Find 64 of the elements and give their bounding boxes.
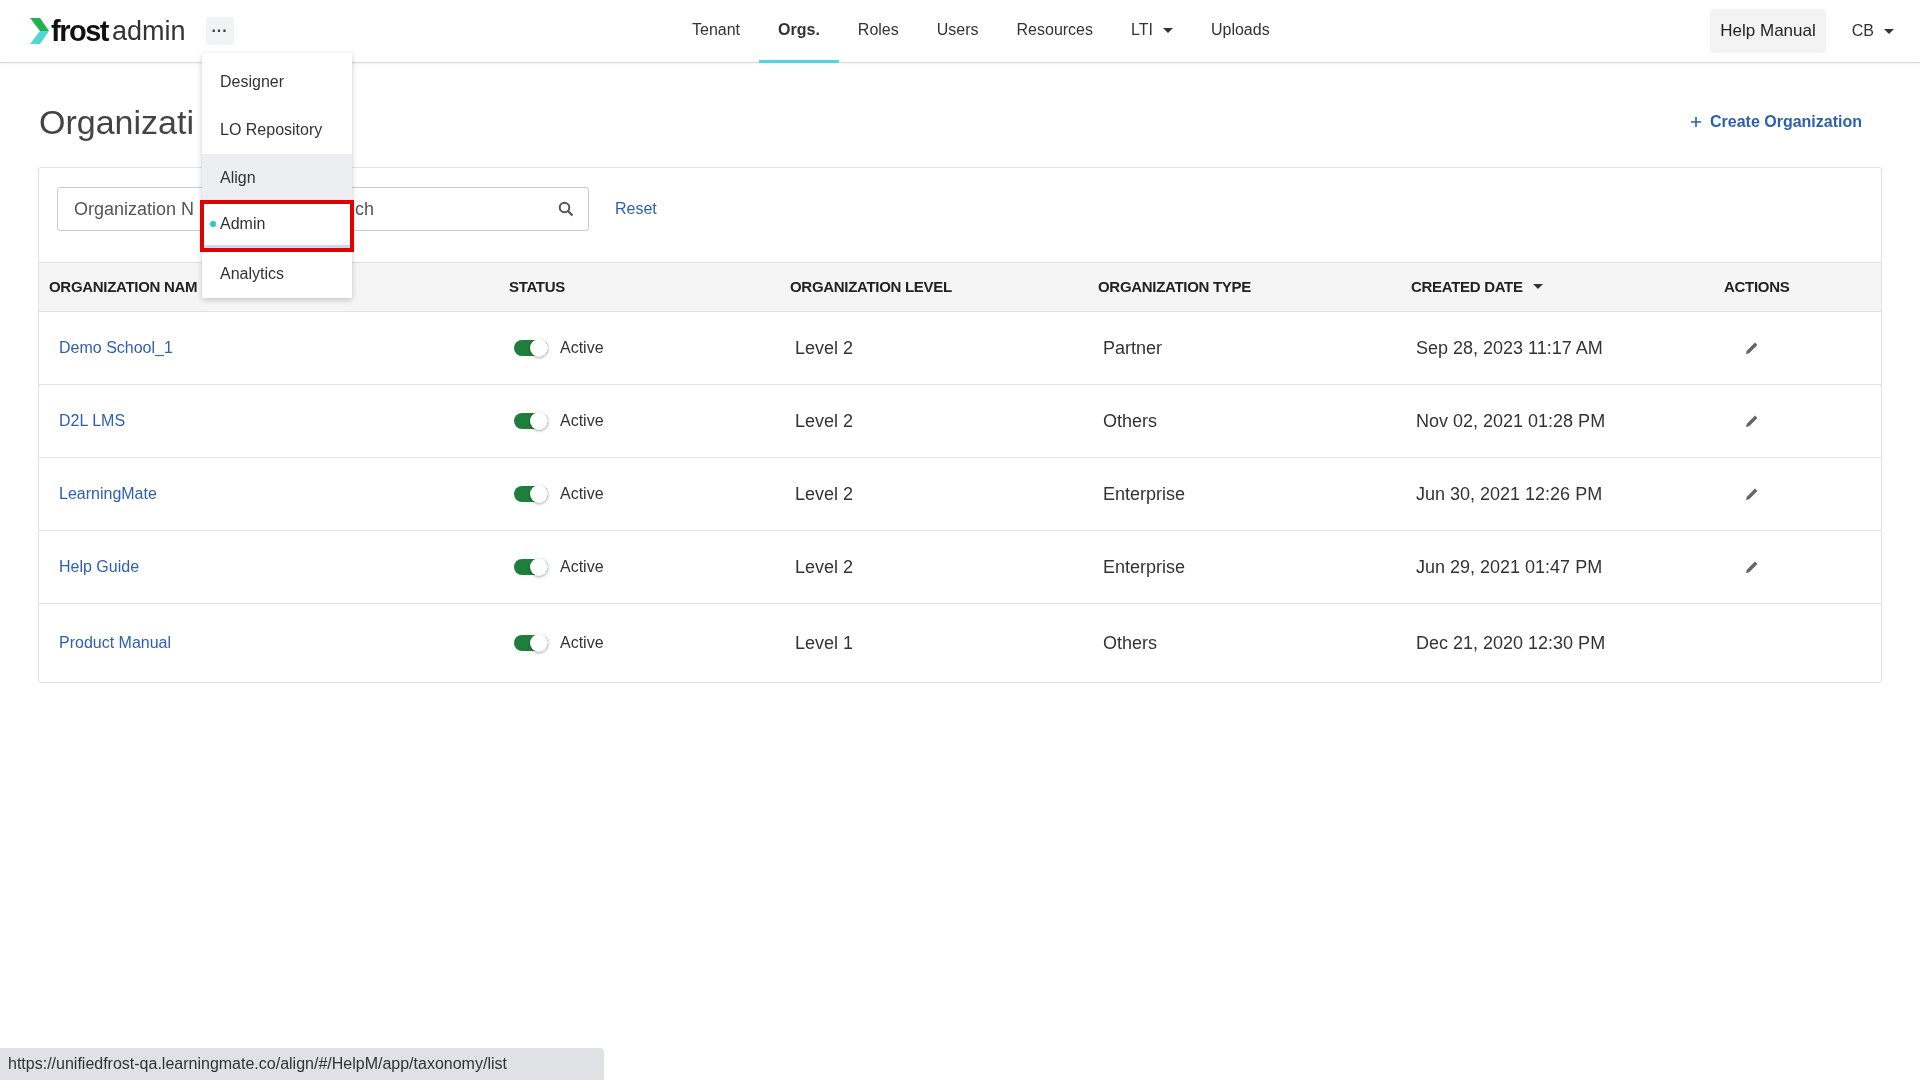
status-toggle[interactable] [514, 340, 548, 356]
apps-menu-button[interactable]: ··· [205, 17, 234, 45]
search-icon [558, 201, 574, 217]
table-cell: Level 2 [795, 483, 854, 505]
table-cell: Level 2 [795, 337, 854, 359]
organization-link[interactable]: Product Manual [59, 634, 172, 652]
user-menu-button[interactable]: CB [1843, 22, 1902, 40]
column-header: ACTIONS [1724, 278, 1790, 295]
nav-tab[interactable]: Orgs. [759, 0, 839, 63]
column-header: ORGANIZATION LEVEL [790, 278, 952, 295]
status-toggle[interactable] [514, 413, 548, 429]
chevron-logo-icon [28, 16, 50, 46]
nav-tab[interactable]: LTI [1112, 0, 1192, 63]
nav-tab[interactable]: Resources [997, 0, 1112, 63]
nav-tab[interactable]: Users [917, 0, 998, 63]
column-header: ORGANIZATION NAM [49, 278, 198, 295]
table-cell: Nov 02, 2021 01:28 PM [1416, 410, 1606, 432]
menu-item[interactable]: Designer [202, 58, 352, 106]
logo-text: frost [51, 14, 108, 48]
column-header: STATUS [509, 278, 565, 295]
edit-pencil-icon[interactable] [1744, 486, 1760, 502]
nav-tab[interactable]: Uploads [1191, 0, 1289, 63]
menu-item[interactable]: LO Repository [202, 106, 352, 154]
column-header: ORGANIZATION TYPE [1098, 278, 1251, 295]
nav-tab[interactable]: Tenant [673, 0, 760, 63]
table-cell: Enterprise [1103, 556, 1186, 578]
menu-item[interactable]: Align [202, 154, 352, 202]
page-title: Organizati [39, 102, 194, 142]
create-organization-link[interactable]: Create Organization [1689, 113, 1862, 131]
status-toggle[interactable] [514, 486, 548, 502]
table-cell: Partner [1103, 337, 1163, 359]
table-cell: Sep 28, 2023 11:17 AM [1416, 337, 1603, 359]
table-cell: Dec 21, 2020 12:30 PM [1416, 632, 1606, 654]
table-cell: Jun 29, 2021 01:47 PM [1416, 556, 1603, 578]
table-cell: Level 1 [795, 632, 854, 654]
edit-pencil-icon[interactable] [1744, 413, 1760, 429]
status-text: Active [560, 485, 604, 503]
menu-item[interactable]: Admin [202, 202, 352, 250]
table-cell: Others [1103, 632, 1158, 654]
plus-icon[interactable] [1689, 116, 1702, 128]
nav-tab[interactable]: Roles [838, 0, 918, 63]
status-text: Active [560, 339, 604, 357]
menu-item[interactable]: Analytics [202, 250, 352, 298]
reset-link[interactable]: Reset [615, 200, 657, 218]
organization-link[interactable]: LearningMate [59, 485, 157, 503]
status-toggle[interactable] [514, 635, 548, 651]
help-manual-button[interactable]: Help Manual [1710, 9, 1826, 53]
edit-pencil-icon[interactable] [1744, 340, 1760, 356]
organization-link[interactable]: D2L LMS [59, 412, 126, 430]
organization-link[interactable]: Demo School_1 [59, 339, 173, 357]
logo-product-text: admin [111, 15, 186, 47]
status-text: Active [560, 558, 604, 576]
status-text: Active [560, 412, 604, 430]
status-text: Active [560, 634, 604, 652]
status-toggle[interactable] [514, 559, 548, 575]
table-cell: Level 2 [795, 556, 854, 578]
link-status-bar: https://unifiedfrost-qa.learningmate.co/align/#/HelpM/app/taxonomy/list [0, 1048, 604, 1080]
table-cell: Others [1103, 410, 1158, 432]
table-cell: Jun 30, 2021 12:26 PM [1416, 483, 1603, 505]
column-header[interactable]: CREATED DATE [1411, 278, 1543, 295]
table-cell: Enterprise [1103, 483, 1186, 505]
edit-pencil-icon[interactable] [1744, 559, 1760, 575]
organization-link[interactable]: Help Guide [59, 558, 140, 576]
table-cell: Level 2 [795, 410, 854, 432]
